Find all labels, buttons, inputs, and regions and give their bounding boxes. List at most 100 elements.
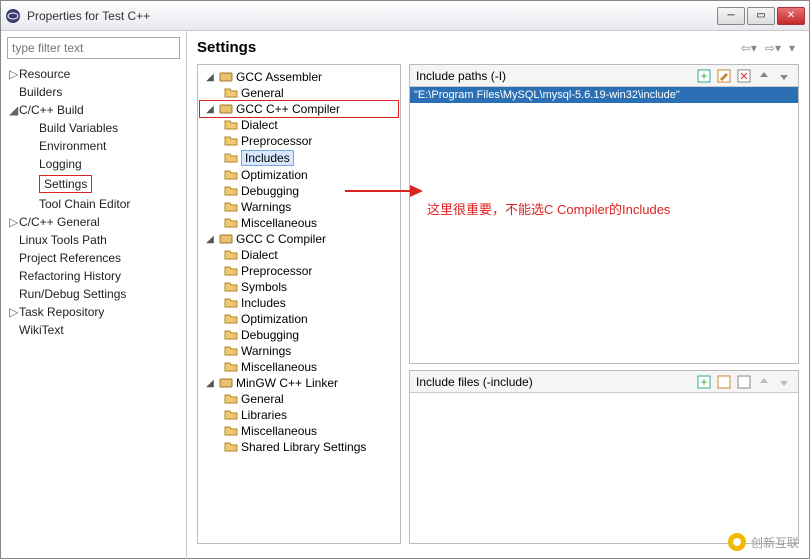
up-button[interactable] [756,374,772,390]
nav-builders[interactable]: Builders [7,83,180,101]
nav-wikitext-label: WikiText [19,323,64,337]
nav-rundebug[interactable]: Run/Debug Settings [7,285,180,303]
tree-cpp-includes-label: Includes [241,150,294,166]
nav-wikitext[interactable]: WikiText [7,321,180,339]
tree-cpp-preproc-label: Preprocessor [241,134,312,148]
folder-icon [224,151,238,165]
add-button[interactable]: + [696,374,712,390]
add-icon: + [697,375,711,389]
titlebar: Properties for Test C++ ─ ▭ ✕ [1,1,809,31]
tree-cc-includes-label: Includes [241,296,286,310]
tree-cc-debug-label: Debugging [241,328,299,342]
tree-mingw-linker[interactable]: ◢MinGW C++ Linker [200,375,398,391]
nav-cbuild-label: C/C++ Build [19,103,84,117]
tree-cc-includes[interactable]: Includes [200,295,398,311]
back-arrow-icon[interactable]: ⇦▾ [739,39,759,57]
down-icon [777,69,791,83]
include-paths-body[interactable]: "E:\Program Files\MySQL\mysql-5.6.19-win… [410,87,798,363]
nav-settings-label: Settings [39,175,92,193]
watermark-text: 创新互联 [751,534,799,551]
tree-cc-warn[interactable]: Warnings [200,343,398,359]
tree-gcc-c-compiler[interactable]: ◢GCC C Compiler [200,231,398,247]
tree-cc-symbols[interactable]: Symbols [200,279,398,295]
nav-taskrepo-label: Task Repository [19,305,104,319]
nav-refactor[interactable]: Refactoring History [7,267,180,285]
folder-icon [224,328,238,342]
tree-cc-preproc[interactable]: Preprocessor [200,263,398,279]
left-sidebar: ▷Resource Builders ◢C/C++ Build Build Va… [1,31,187,559]
down-button[interactable] [776,68,792,84]
tree-ld-general[interactable]: General [200,391,398,407]
edit-button[interactable] [716,374,732,390]
nav-logging[interactable]: Logging [7,155,180,173]
nav-taskrepo[interactable]: ▷Task Repository [7,303,180,321]
tree-cc-dialect-label: Dialect [241,248,278,262]
tree-cpp-dialect[interactable]: Dialect [200,117,398,133]
tree-cpp-misc[interactable]: Miscellaneous [200,215,398,231]
folder-icon [224,392,238,406]
content: ▷Resource Builders ◢C/C++ Build Build Va… [1,31,809,559]
nav-environment[interactable]: Environment [7,137,180,155]
delete-icon [737,69,751,83]
tree-gcc-assembler[interactable]: ◢GCC Assembler [200,69,398,85]
tree-cc-dialect[interactable]: Dialect [200,247,398,263]
tree-cpp-includes[interactable]: Includes [200,149,398,167]
nav-resource[interactable]: ▷Resource [7,65,180,83]
fwd-arrow-icon[interactable]: ⇨▾ [763,39,783,57]
tree-ld-libs[interactable]: Libraries [200,407,398,423]
tree-cpp-misc-label: Miscellaneous [241,216,317,230]
tree-ld-misc-label: Miscellaneous [241,424,317,438]
minimize-button[interactable]: ─ [717,7,745,25]
tree-cpp-debug-label: Debugging [241,184,299,198]
tree-cc-debug[interactable]: Debugging [200,327,398,343]
edit-icon [717,375,731,389]
tree-cpp-opt-label: Optimization [241,168,308,182]
up-button[interactable] [756,68,772,84]
tree-cpp-preproc[interactable]: Preprocessor [200,133,398,149]
tree-cpp-warn[interactable]: Warnings [200,199,398,215]
add-button[interactable]: + [696,68,712,84]
nav-cgeneral[interactable]: ▷C/C++ General [7,213,180,231]
tree-asm-general[interactable]: General [200,85,398,101]
nav-linuxtools[interactable]: Linux Tools Path [7,231,180,249]
folder-icon [224,440,238,454]
down-button[interactable] [776,374,792,390]
tree-cc-warn-label: Warnings [241,344,291,358]
tree-ld-misc[interactable]: Miscellaneous [200,423,398,439]
include-path-entry[interactable]: "E:\Program Files\MySQL\mysql-5.6.19-win… [410,87,798,103]
nav-toolchain-label: Tool Chain Editor [39,197,130,211]
tree-cc-opt[interactable]: Optimization [200,311,398,327]
include-files-body[interactable] [410,393,798,543]
nav-build-vars-label: Build Variables [39,121,118,135]
include-paths-panel: Include paths (-I) + "E:\Program Files\M… [409,64,799,364]
tree-cpp-debug[interactable]: Debugging [200,183,398,199]
right-pane: Settings ⇦▾ ⇨▾ ▾ ◢GCC Assembler General … [187,31,809,559]
nav-build-variables[interactable]: Build Variables [7,119,180,137]
tree-asm-label: GCC Assembler [236,70,322,84]
tree-cc-misc[interactable]: Miscellaneous [200,359,398,375]
tree-cpp-opt[interactable]: Optimization [200,167,398,183]
menu-arrow-icon[interactable]: ▾ [787,39,797,57]
nav-settings[interactable]: Settings [7,173,180,195]
close-button[interactable]: ✕ [777,7,805,25]
tree-cc-sym-label: Symbols [241,280,287,294]
filter-input[interactable] [7,37,180,59]
tree-ld-shared[interactable]: Shared Library Settings [200,439,398,455]
tree-gcc-cpp-compiler[interactable]: ◢GCC C++ Compiler [200,101,398,117]
up-icon [757,375,771,389]
delete-button[interactable] [736,374,752,390]
tool-tree[interactable]: ◢GCC Assembler General ◢GCC C++ Compiler… [197,64,401,544]
folder-icon [224,280,238,294]
tree-ld-shared-label: Shared Library Settings [241,440,366,454]
watermark-logo-icon [727,532,747,552]
delete-button[interactable] [736,68,752,84]
nav-arrows: ⇦▾ ⇨▾ ▾ [739,39,797,57]
include-files-panel: Include files (-include) + [409,370,799,544]
down-icon [777,375,791,389]
nav-toolchain[interactable]: Tool Chain Editor [7,195,180,213]
nav-projrefs[interactable]: Project References [7,249,180,267]
edit-button[interactable] [716,68,732,84]
nav-cbuild[interactable]: ◢C/C++ Build [7,101,180,119]
maximize-button[interactable]: ▭ [747,7,775,25]
folder-icon [224,424,238,438]
